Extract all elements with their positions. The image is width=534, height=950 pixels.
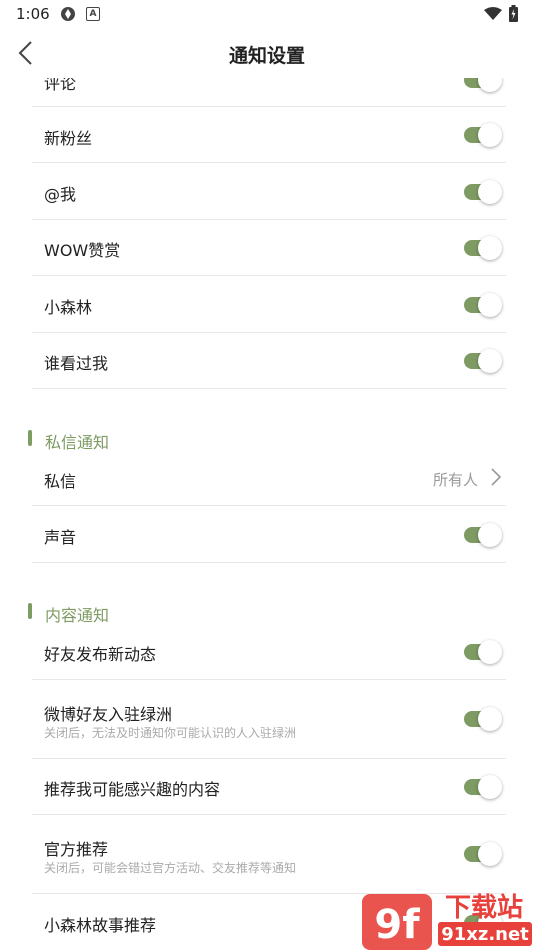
forest-toggle[interactable] — [464, 293, 502, 317]
watermark-title: 下载站 — [445, 893, 523, 923]
row-label: 推荐我可能感兴趣的内容 — [44, 780, 221, 799]
row-label: 谁看过我 — [44, 354, 109, 373]
svg-text:9f: 9f — [374, 902, 420, 948]
row-label: 小森林 — [44, 298, 93, 317]
settings-gear-icon — [61, 7, 75, 21]
settings-row-private-message[interactable]: 私信 所有人 — [32, 450, 506, 506]
row-label: 官方推荐 — [44, 840, 109, 859]
settings-row-sound: 声音 — [32, 506, 506, 563]
status-bar: 1:06 A — [0, 0, 534, 28]
mention-toggle[interactable] — [464, 180, 502, 204]
row-label: 私信 — [44, 472, 77, 491]
row-subtitle: 关闭后，无法及时通知你可能认识的人入驻绿洲 — [44, 726, 297, 740]
settings-row-new-fans: 新粉丝 — [32, 107, 506, 163]
row-label: 新粉丝 — [44, 129, 93, 148]
sound-toggle[interactable] — [464, 523, 502, 547]
section-accent-bar — [28, 603, 32, 619]
section-accent-bar — [28, 430, 32, 446]
row-label: 好友发布新动态 — [44, 645, 157, 664]
friend-posts-toggle[interactable] — [464, 640, 502, 664]
new-fans-toggle[interactable] — [464, 123, 502, 147]
weibo-friends-toggle[interactable] — [464, 707, 502, 731]
settings-row-official: 官方推荐 关闭后，可能会错过官方活动、交友推荐等通知 — [32, 815, 506, 894]
chevron-right-icon — [491, 468, 502, 486]
interests-toggle[interactable] — [464, 775, 502, 799]
watermark-logo: 9f 下载站 91xz.net — [362, 893, 532, 950]
visitors-toggle[interactable] — [464, 349, 502, 373]
row-subtitle: 关闭后，可能会错过官方活动、交友推荐等通知 — [44, 861, 297, 875]
section-private-header: 私信通知 — [28, 429, 328, 452]
row-label: WOW赞赏 — [44, 241, 121, 260]
status-time: 1:06 — [16, 5, 50, 23]
row-label: 微博好友入驻绿洲 — [44, 705, 173, 724]
row-label: @我 — [44, 185, 77, 204]
settings-row-forest: 小森林 — [32, 276, 506, 333]
settings-row-wow: WOW赞赏 — [32, 220, 506, 276]
settings-row-visitors: 谁看过我 — [32, 333, 506, 389]
row-label: 声音 — [44, 528, 77, 547]
wow-toggle[interactable] — [464, 236, 502, 260]
official-toggle[interactable] — [464, 842, 502, 866]
section-title: 内容通知 — [45, 606, 110, 625]
watermark-url: 91xz.net — [441, 924, 529, 945]
notification-a-icon: A — [86, 7, 100, 21]
settings-row-mention: @我 — [32, 163, 506, 220]
page-title: 通知设置 — [228, 45, 305, 67]
app-header: 通知设置 — [0, 28, 534, 78]
wifi-icon — [484, 7, 502, 20]
row-label: 小森林故事推荐 — [44, 916, 157, 935]
section-content-header: 内容通知 — [28, 602, 328, 625]
battery-icon — [509, 5, 518, 22]
settings-row-weibo-friends: 微博好友入驻绿洲 关闭后，无法及时通知你可能认识的人入驻绿洲 — [32, 680, 506, 759]
settings-row-interests: 推荐我可能感兴趣的内容 — [32, 759, 506, 815]
private-message-value: 所有人 — [432, 471, 478, 489]
settings-row-friend-posts: 好友发布新动态 — [32, 624, 506, 680]
